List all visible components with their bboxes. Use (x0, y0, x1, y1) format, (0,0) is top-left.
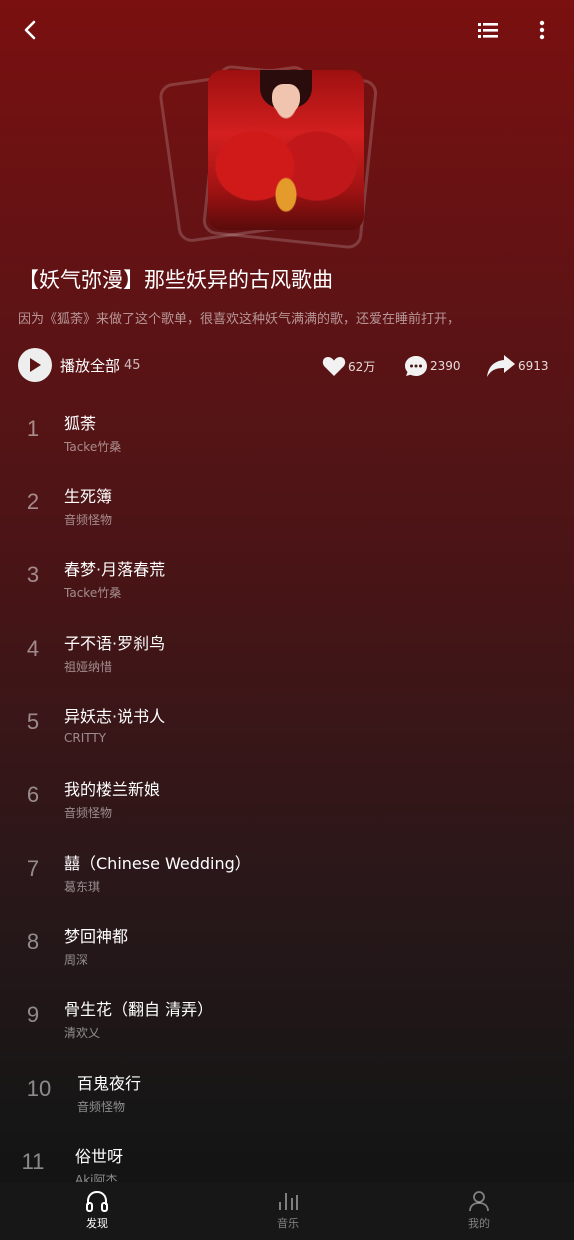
cover-face (272, 84, 300, 114)
song-title: 百鬼夜行 (77, 1074, 142, 1093)
song-row[interactable]: 5 异妖志·说书人 CRITTY (0, 685, 574, 758)
song-title: 我的楼兰新娘 (64, 780, 161, 799)
song-number: 3 (26, 562, 40, 587)
list-icon (478, 23, 498, 38)
song-row[interactable]: 8 梦回神都 周深 (0, 905, 574, 978)
song-number: 7 (26, 856, 40, 881)
song-number: 2 (26, 489, 40, 514)
song-title: 梦回神都 (64, 927, 129, 946)
song-row[interactable]: 6 我的楼兰新娘 音频怪物 (0, 758, 574, 831)
cover-image (208, 70, 364, 230)
comment-button[interactable]: 2390 (404, 352, 461, 380)
song-title: 异妖志·说书人 (64, 707, 166, 726)
share-button[interactable]: 6913 (486, 352, 549, 380)
share-icon (487, 355, 515, 377)
song-number: 4 (26, 636, 40, 661)
song-artist: CRITTY (64, 731, 107, 745)
comment-count: 2390 (430, 359, 461, 373)
song-artist: Tacke竹桑 (64, 586, 122, 600)
song-number: 5 (26, 709, 40, 734)
bottom-tab-bar: 发现 音乐 我的 (0, 1182, 574, 1240)
song-title: 骨生花（翻自 清弄） (64, 1000, 214, 1019)
song-title: 狐荼 (64, 414, 97, 433)
top-bar (0, 0, 574, 62)
song-title: 子不语·罗刹鸟 (64, 634, 166, 653)
song-row[interactable]: 4 子不语·罗刹鸟 祖娅纳惜 (0, 612, 574, 685)
tab-mine-label: 我的 (468, 1217, 490, 1230)
tab-music[interactable]: 音乐 (228, 1182, 348, 1240)
song-artist: 周深 (64, 953, 89, 967)
play-icon (18, 348, 52, 382)
song-row[interactable]: 10 百鬼夜行 音频怪物 (0, 1052, 574, 1125)
song-number: 9 (26, 1002, 40, 1027)
song-row[interactable]: 1 狐荼 Tacke竹桑 (0, 392, 574, 465)
user-icon (469, 1191, 489, 1212)
back-button[interactable] (14, 14, 46, 46)
song-number: 11 (21, 1149, 45, 1174)
song-title: 生死簿 (64, 487, 113, 506)
chevron-left-icon (24, 20, 36, 40)
song-artist: 音频怪物 (77, 1100, 126, 1114)
playlist-cover[interactable] (157, 62, 390, 252)
song-number: 8 (26, 929, 40, 954)
action-row: 播放全部 45 62万 2390 6913 (0, 344, 574, 388)
song-title: 囍（Chinese Wedding） (64, 854, 251, 873)
playlist-title: 【妖气弥漫】那些妖异的古风歌曲 (18, 268, 333, 292)
heart-icon (322, 357, 346, 376)
more-vertical-icon (539, 20, 545, 40)
more-button[interactable] (528, 14, 556, 46)
share-count: 6913 (518, 359, 549, 373)
song-title: 俗世呀 (75, 1147, 124, 1166)
song-row[interactable]: 9 骨生花（翻自 清弄） 清欢乂 (0, 978, 574, 1051)
song-artist: Tacke竹桑 (64, 440, 122, 454)
tab-discover[interactable]: 发现 (37, 1182, 157, 1240)
headphones-icon (86, 1190, 108, 1212)
song-artist: 音频怪物 (64, 806, 113, 820)
equalizer-icon (279, 1193, 298, 1210)
song-row[interactable]: 7 囍（Chinese Wedding） 葛东琪 (0, 832, 574, 905)
song-artist: 葛东琪 (64, 880, 101, 894)
tab-mine[interactable]: 我的 (419, 1182, 539, 1240)
song-number: 1 (26, 416, 40, 441)
song-artist: 音频怪物 (64, 513, 113, 527)
playlist-menu-button[interactable] (472, 14, 504, 46)
comment-icon (405, 356, 427, 376)
song-title: 春梦·月落春荒 (64, 560, 166, 579)
like-count: 62万 (348, 359, 376, 374)
song-row[interactable]: 3 春梦·月落春荒 Tacke竹桑 (0, 538, 574, 611)
song-artist: 祖娅纳惜 (64, 660, 113, 674)
tab-discover-label: 发现 (86, 1217, 108, 1230)
song-count: 45 (124, 357, 141, 373)
playlist-description[interactable]: 因为《狐荼》来做了这个歌单，很喜欢这种妖气满满的歌，还爱在睡前打开， (18, 308, 558, 327)
play-all-button[interactable]: 播放全部 45 (18, 346, 141, 384)
play-all-label: 播放全部 (60, 356, 121, 375)
tab-music-label: 音乐 (277, 1217, 299, 1230)
song-artist: 清欢乂 (64, 1026, 101, 1040)
song-row[interactable]: 2 生死簿 音频怪物 (0, 465, 574, 538)
song-number: 6 (26, 782, 40, 807)
like-button[interactable]: 62万 (322, 352, 375, 380)
song-number: 10 (26, 1076, 52, 1101)
